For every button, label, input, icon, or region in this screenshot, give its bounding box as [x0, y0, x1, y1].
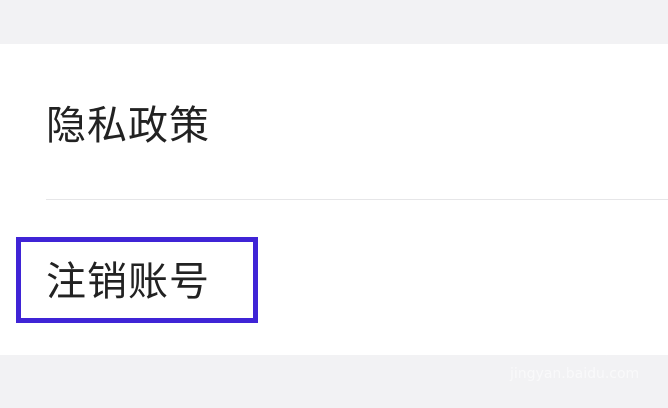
menu-item-privacy-policy[interactable]: 隐私政策: [0, 44, 668, 199]
watermark-url-text: jingyan.baidu.com: [509, 366, 638, 382]
baidu-jingyan-watermark: Bai 经验 jingyan.baidu.com: [508, 332, 638, 384]
menu-item-privacy-policy-label: 隐私政策: [46, 103, 210, 149]
watermark-jingyan-text: 经验: [584, 338, 620, 359]
menu-item-delete-account-label: 注销账号: [46, 259, 210, 305]
top-spacer: [0, 0, 668, 44]
settings-card: 隐私政策 注销账号: [0, 44, 668, 355]
watermark-brand-text: Bai: [510, 335, 549, 360]
